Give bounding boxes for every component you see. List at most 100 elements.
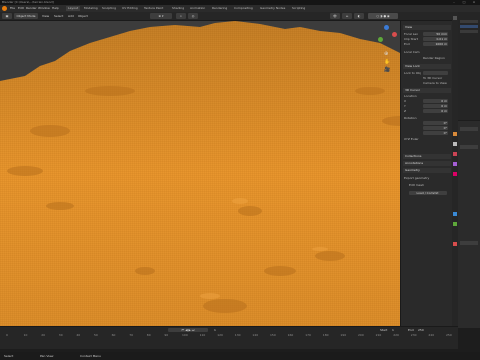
- timeline-tick-label: 200: [358, 333, 364, 337]
- snap-icon[interactable]: ⌖: [176, 13, 186, 19]
- menu-bar: File Edit Render Window Help Layout Mode…: [0, 5, 480, 12]
- navigation-gizmo[interactable]: [376, 25, 398, 47]
- tab-modeling[interactable]: Modeling: [84, 6, 98, 11]
- frame-ruler[interactable]: 0 10 20 30 40 50 60 70 80 90 100 110 120 130 140 150 160…: [0, 327, 458, 349]
- label-rotation: Rotation: [404, 116, 417, 120]
- property-row[interactable]: [460, 145, 478, 149]
- section-geometry[interactable]: Geometry: [403, 168, 451, 173]
- menu-window[interactable]: Window: [38, 5, 50, 12]
- tab-texture-paint[interactable]: Texture Paint: [144, 6, 163, 11]
- timeline-tick-label: 160: [287, 333, 294, 337]
- scene-tab-icon[interactable]: [453, 162, 457, 166]
- outliner-row[interactable]: [460, 20, 478, 23]
- tab-layout[interactable]: Layout: [66, 6, 81, 11]
- timeline-tick-label: 110: [199, 333, 206, 337]
- timeline-tick-label: 40: [76, 333, 81, 337]
- status-select: Select: [4, 354, 14, 358]
- section-view-lock[interactable]: View Lock: [403, 64, 451, 69]
- proportional-edit-icon[interactable]: ◎: [188, 13, 198, 19]
- visibility-icon[interactable]: 👁: [330, 13, 340, 19]
- timeline-tick-label: 250: [446, 333, 452, 337]
- mode-dropdown[interactable]: Object Mode: [14, 13, 38, 19]
- cursor-y-field[interactable]: 0 m: [423, 104, 448, 108]
- timeline-tick-label: 20: [41, 333, 46, 337]
- camera-view-icon[interactable]: 🎥: [384, 67, 390, 73]
- section-view[interactable]: View: [403, 25, 451, 30]
- lock-object-field[interactable]: [423, 71, 448, 75]
- sidebar-n-panel: View Focal Len 50 mm Clip Start 0.01 m E…: [400, 21, 453, 326]
- timeline-tick-label: 60: [111, 333, 116, 337]
- tab-rendering[interactable]: Rendering: [212, 6, 227, 11]
- timeline-tick-label: 150: [270, 333, 276, 337]
- menu-object[interactable]: Object: [78, 12, 88, 20]
- material-tab-icon[interactable]: [453, 242, 457, 246]
- tool-tab-icon[interactable]: [453, 16, 457, 20]
- property-row[interactable]: [460, 241, 478, 245]
- status-context: Context Menu: [80, 354, 101, 358]
- timeline[interactable]: ⏮ ◀ ▶ ⏭ 1 Start 1 End 250 0 10 20 30 40 50 60 7…: [0, 326, 458, 349]
- outliner-row[interactable]: [460, 30, 478, 33]
- shading-mode-buttons[interactable]: ○ ◑ ● ◉: [368, 13, 398, 19]
- cursor-x-field[interactable]: 0 m: [423, 99, 448, 103]
- view-layer-tab-icon[interactable]: [453, 152, 457, 156]
- label-export-geometry: Export geometry: [404, 176, 430, 180]
- properties-panel[interactable]: [458, 121, 480, 328]
- property-row[interactable]: [460, 127, 478, 131]
- label-location: Location: [404, 94, 417, 98]
- status-bar: Select Pan View Context Menu: [0, 352, 480, 360]
- world-tab-icon[interactable]: [453, 172, 457, 176]
- menu-render[interactable]: Render: [26, 5, 37, 12]
- transform-orientation-dropdown[interactable]: ⊕ ▾: [150, 13, 172, 19]
- modifier-tab-icon[interactable]: [453, 222, 457, 226]
- clip-start-field[interactable]: 0.01 m: [423, 37, 448, 41]
- blender-logo-icon[interactable]: [2, 6, 7, 11]
- cursor-rot-y-field[interactable]: 0°: [423, 126, 448, 130]
- menu-help[interactable]: Help: [52, 5, 59, 12]
- editor-type-button[interactable]: ▣: [2, 13, 12, 19]
- timeline-tick-label: 230: [410, 333, 417, 337]
- edit-mesh-checkbox[interactable]: Edit mesh: [409, 183, 456, 187]
- timeline-tick-label: 130: [234, 333, 241, 337]
- tab-compositing[interactable]: Compositing: [234, 6, 253, 11]
- cursor-rot-z-field[interactable]: 0°: [423, 131, 448, 135]
- timeline-tick-label: 30: [58, 333, 63, 337]
- status-pan: Pan View: [40, 354, 54, 358]
- tab-scripting[interactable]: Scripting: [292, 6, 305, 11]
- 3d-viewport[interactable]: ⊕ ✋ 🎥: [0, 21, 452, 326]
- pan-icon[interactable]: ✋: [384, 59, 390, 65]
- outliner-row-selected[interactable]: [460, 25, 478, 28]
- tab-sculpting[interactable]: Sculpting: [102, 6, 116, 11]
- section-annotations[interactable]: Annotations: [403, 161, 451, 166]
- overlays-icon[interactable]: ◐: [354, 13, 364, 19]
- menu-add[interactable]: Add: [68, 12, 74, 20]
- tab-shading[interactable]: Shading: [172, 6, 184, 11]
- outliner-panel[interactable]: [458, 12, 480, 120]
- timeline-tick-label: 50: [94, 333, 98, 337]
- timeline-tick-label: 240: [428, 333, 435, 337]
- render-tab-icon[interactable]: [453, 132, 457, 136]
- tab-uv-editing[interactable]: UV Editing: [122, 6, 138, 11]
- load-commit-button[interactable]: Load / Commit: [409, 191, 447, 195]
- object-tab-icon[interactable]: [453, 212, 457, 216]
- section-3d-cursor[interactable]: 3D Cursor: [403, 88, 451, 93]
- menu-file[interactable]: File: [10, 5, 15, 12]
- menu-view[interactable]: View: [42, 12, 49, 20]
- timeline-tick-label: 70: [129, 333, 134, 337]
- cursor-rot-x-field[interactable]: 0°: [423, 121, 448, 125]
- zoom-icon[interactable]: ⊕: [384, 51, 388, 57]
- rotation-mode-dropdown[interactable]: XYZ Euler: [404, 137, 451, 141]
- output-tab-icon[interactable]: [453, 142, 457, 146]
- gizmo-icon[interactable]: ↔: [342, 13, 352, 19]
- tab-geometry-nodes[interactable]: Geometry Nodes: [260, 6, 285, 11]
- tab-animation[interactable]: Animation: [190, 6, 205, 11]
- timeline-tick-label: 120: [217, 333, 223, 337]
- label-local-camera: Local Cam: [404, 50, 420, 54]
- focal-length-field[interactable]: 50 mm: [423, 32, 448, 36]
- timeline-tick-label: 190: [340, 333, 347, 337]
- clip-end-field[interactable]: 1000 m: [423, 42, 448, 46]
- menu-select[interactable]: Select: [54, 12, 63, 20]
- menu-edit[interactable]: Edit: [18, 5, 24, 12]
- cursor-z-field[interactable]: 0 m: [423, 109, 448, 113]
- section-collections[interactable]: Collections: [403, 154, 451, 159]
- timeline-tick-label: 140: [252, 333, 259, 337]
